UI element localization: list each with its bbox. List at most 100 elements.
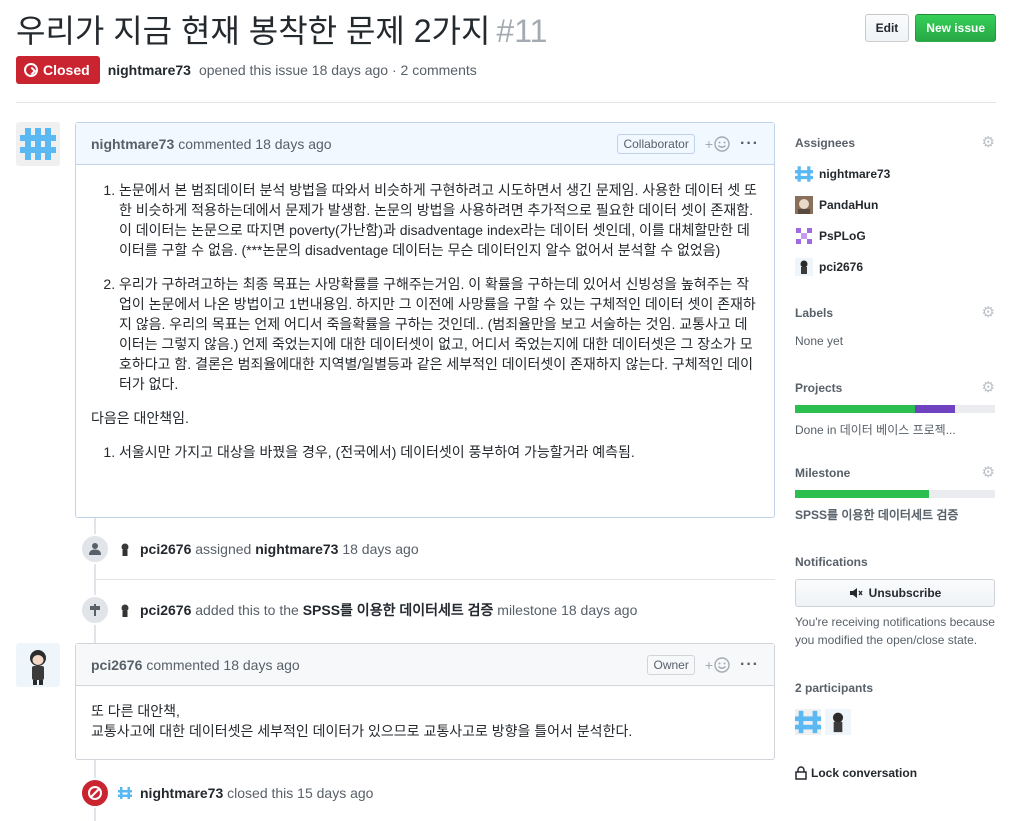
- issue-title: 우리가 지금 현재 봉착한 문제 2가지 #11: [16, 8, 547, 54]
- avatar-pci2676[interactable]: [16, 643, 60, 687]
- milestone-icon: [80, 595, 110, 625]
- lock-conversation-link[interactable]: Lock conversation: [795, 766, 995, 780]
- assignee-name[interactable]: PsPLoG: [819, 229, 866, 243]
- assignee-item[interactable]: PsPLoG: [795, 220, 995, 251]
- sidebar-assignees: Assignees ⚙ nightmare73 PandaHun PsPLoG p…: [795, 135, 995, 282]
- avatar-nightmare73[interactable]: [16, 122, 60, 166]
- milestone-link[interactable]: SPSS를 이용한 데이터세트 검증: [303, 602, 494, 618]
- avatar-pci2676-small[interactable]: [118, 542, 132, 556]
- issue-meta: Closed nightmare73 opened this issue 18 …: [16, 56, 477, 84]
- event-actor[interactable]: nightmare73: [140, 785, 223, 801]
- comment-header: pci2676 commented 18 days ago Owner + ··…: [76, 644, 774, 686]
- gear-icon[interactable]: ⚙: [982, 305, 995, 320]
- assignee-name[interactable]: PandaHun: [819, 198, 878, 212]
- assignee-item[interactable]: PandaHun: [795, 189, 995, 220]
- notifications-note: You're receiving notifications because y…: [795, 615, 995, 647]
- timeline-event-closed: nightmare73 closed this 15 days ago: [80, 778, 373, 808]
- labels-header[interactable]: Labels ⚙: [795, 305, 995, 320]
- comment-body: 논문에서 본 범죄데이터 분석 방법을 따와서 비슷하게 구현하려고 시도하면서…: [76, 165, 774, 476]
- unsubscribe-button[interactable]: Unsubscribe: [795, 579, 995, 607]
- sidebar-lock: Lock conversation: [795, 766, 995, 780]
- mute-icon: [849, 588, 863, 598]
- participant-avatar[interactable]: [825, 709, 851, 735]
- comment-paragraph: 다음은 대안책임.: [91, 410, 189, 426]
- avatar-nightmare73-small[interactable]: [118, 786, 132, 800]
- event-action: added this to the: [195, 602, 299, 618]
- event-action: assigned: [195, 541, 252, 557]
- issue-author-link[interactable]: nightmare73: [108, 62, 191, 78]
- identicon-icon: [795, 165, 813, 182]
- avatar-pci2676-small[interactable]: [118, 603, 132, 617]
- milestone-progress-done: [795, 490, 929, 498]
- pci2676-avatar-icon: [795, 257, 813, 276]
- list-item: 논문에서 본 범죄데이터 분석 방법을 따와서 비슷하게 구현하려고 시도하면서…: [119, 180, 759, 260]
- gear-icon[interactable]: ⚙: [982, 380, 995, 395]
- timeline-divider: [94, 579, 775, 580]
- milestone-link[interactable]: SPSS를 이용한 데이터세트 검증: [795, 506, 995, 523]
- sidebar-notifications: Notifications Unsubscribe You're receivi…: [795, 555, 995, 649]
- event-actor[interactable]: pci2676: [140, 602, 191, 618]
- milestone-header[interactable]: Milestone ⚙: [795, 465, 995, 480]
- event-time: milestone 18 days ago: [497, 602, 638, 618]
- participant-avatar[interactable]: [795, 709, 821, 735]
- participants-header: 2 participants: [795, 681, 874, 695]
- timeline-event-assigned: pci2676 assigned nightmare73 18 days ago: [80, 534, 419, 564]
- project-progress-bar: [795, 405, 995, 413]
- projects-header[interactable]: Projects ⚙: [795, 380, 995, 395]
- identicon-icon: [16, 122, 60, 166]
- status-label: Closed: [43, 62, 90, 78]
- gear-icon[interactable]: ⚙: [982, 465, 995, 480]
- comment-pci2676: pci2676 commented 18 days ago Owner + ··…: [75, 643, 775, 760]
- labels-value: None yet: [795, 334, 844, 348]
- more-options-icon[interactable]: ···: [740, 656, 759, 674]
- list-item: 서울시만 가지고 대상을 바꿨을 경우, (전국에서) 데이터셋이 풍부하여 가…: [119, 442, 759, 462]
- event-actor[interactable]: pci2676: [140, 541, 191, 557]
- assignee-name[interactable]: nightmare73: [819, 167, 890, 181]
- more-options-icon[interactable]: ···: [740, 135, 759, 153]
- sidebar-labels: Labels ⚙ None yet: [795, 305, 995, 348]
- event-action: closed this 15 days ago: [227, 785, 374, 801]
- header-actions: Edit New issue: [864, 14, 996, 42]
- assignee-item[interactable]: pci2676: [795, 251, 995, 282]
- comment-body: 또 다른 대안책, 교통사고에 대한 데이터셋은 세부적인 데이터가 있으므로 …: [76, 686, 774, 755]
- collaborator-badge: Collaborator: [617, 133, 695, 154]
- sidebar-participants: 2 participants: [795, 681, 995, 735]
- event-time[interactable]: 18 days ago: [342, 541, 418, 557]
- panda-avatar-icon: [795, 195, 813, 214]
- assignee-item[interactable]: nightmare73: [795, 158, 995, 189]
- assignees-header[interactable]: Assignees ⚙: [795, 135, 995, 150]
- comment-line: 또 다른 대안책,: [91, 703, 180, 719]
- comment-author[interactable]: pci2676: [91, 657, 142, 673]
- assignee-name[interactable]: pci2676: [819, 260, 863, 274]
- sidebar-projects: Projects ⚙ Done in 데이터 베이스 프로젝...: [795, 380, 995, 438]
- event-target[interactable]: nightmare73: [255, 541, 338, 557]
- project-progress-done: [795, 405, 915, 413]
- gear-icon[interactable]: ⚙: [982, 135, 995, 150]
- comment-time[interactable]: commented 18 days ago: [146, 657, 299, 673]
- header-divider: [16, 102, 996, 103]
- comment-list-2: 서울시만 가지고 대상을 바꿨을 경우, (전국에서) 데이터셋이 풍부하여 가…: [91, 442, 759, 462]
- project-link[interactable]: Done in 데이터 베이스 프로젝...: [795, 421, 995, 438]
- issue-closed-icon: [24, 63, 38, 77]
- add-reaction-icon[interactable]: +: [705, 657, 730, 673]
- new-issue-button[interactable]: New issue: [915, 14, 996, 42]
- purple-identicon-icon: [795, 226, 813, 245]
- issue-number: #11: [496, 13, 548, 49]
- sidebar-milestone: Milestone ⚙ SPSS를 이용한 데이터세트 검증: [795, 465, 995, 523]
- issue-title-text: 우리가 지금 현재 봉착한 문제 2가지: [16, 13, 491, 49]
- comment-nightmare73: nightmare73 commented 18 days ago Collab…: [75, 122, 775, 518]
- add-reaction-icon[interactable]: +: [705, 136, 730, 152]
- comment-header: nightmare73 commented 18 days ago Collab…: [76, 123, 774, 165]
- comment-line: 교통사고에 대한 데이터셋은 세부적인 데이터가 있으므로 교통사고로 방향을 …: [91, 723, 633, 739]
- owner-badge: Owner: [647, 654, 695, 675]
- milestone-progress-bar: [795, 490, 995, 498]
- closed-icon: [80, 778, 110, 808]
- issue-opened-text: opened this issue 18 days ago · 2 commen…: [198, 62, 477, 78]
- status-badge: Closed: [16, 56, 100, 84]
- comment-time[interactable]: commented 18 days ago: [178, 136, 331, 152]
- comment-author[interactable]: nightmare73: [91, 136, 174, 152]
- notifications-header: Notifications: [795, 555, 868, 569]
- person-icon: [80, 534, 110, 564]
- edit-button[interactable]: Edit: [864, 14, 910, 42]
- timeline-event-milestone: pci2676 added this to the SPSS를 이용한 데이터세…: [80, 595, 637, 625]
